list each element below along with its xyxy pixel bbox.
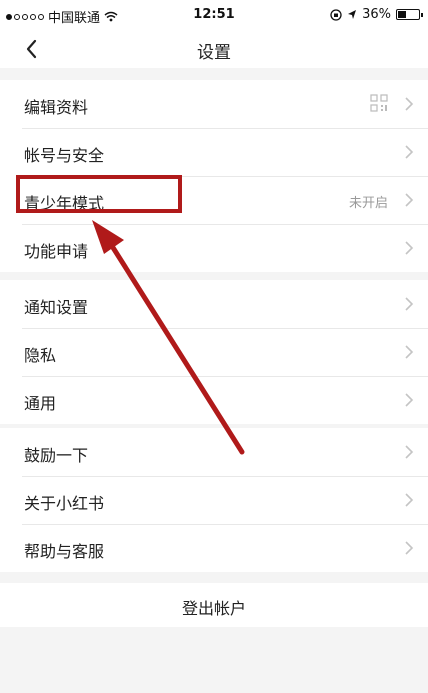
- battery-percentage: 36%: [362, 7, 391, 22]
- row-teen-mode[interactable]: 青少年模式 未开启: [0, 176, 428, 224]
- chevron-right-icon: [405, 493, 414, 507]
- chevron-right-icon: [405, 393, 414, 407]
- row-rate-app[interactable]: 鼓励一下: [0, 428, 428, 476]
- row-label: 鼓励一下: [24, 446, 89, 465]
- row-label: 帐号与安全: [24, 146, 105, 165]
- row-label: 隐私: [24, 346, 57, 365]
- chevron-right-icon: [405, 297, 414, 311]
- row-label: 编辑资料: [24, 98, 89, 117]
- page-title: 设置: [197, 43, 231, 63]
- row-label: 帮助与客服: [24, 542, 105, 561]
- row-label: 通知设置: [24, 298, 89, 317]
- row-label: 青少年模式: [24, 194, 105, 213]
- battery-icon: [396, 9, 423, 20]
- logout-label: 登出帐户: [181, 599, 246, 618]
- chevron-right-icon: [405, 145, 414, 159]
- teen-mode-status: 未开启: [348, 196, 388, 211]
- chevron-right-icon: [405, 193, 414, 207]
- row-account-security[interactable]: 帐号与安全: [0, 128, 428, 176]
- settings-group-account: 编辑资料 帐号与安全 青少年模式 未开启 功能申请: [0, 80, 428, 272]
- row-label: 通用: [24, 394, 57, 413]
- row-privacy[interactable]: 隐私: [0, 328, 428, 376]
- qr-code-icon: [370, 94, 388, 112]
- status-right: 36%: [330, 7, 423, 22]
- row-label: 功能申请: [24, 242, 89, 261]
- status-bar: 中国联通 12:51 36%: [0, 0, 428, 30]
- orientation-lock-icon: [330, 8, 342, 21]
- row-feature-request[interactable]: 功能申请: [0, 224, 428, 272]
- row-general[interactable]: 通用: [0, 376, 428, 424]
- nav-bar: 设置: [0, 30, 428, 68]
- chevron-right-icon: [405, 345, 414, 359]
- chevron-right-icon: [405, 97, 414, 111]
- row-notification-settings[interactable]: 通知设置: [0, 280, 428, 328]
- settings-group-about: 鼓励一下 关于小红书 帮助与客服: [0, 428, 428, 572]
- location-icon: [348, 10, 357, 19]
- settings-group-preferences: 通知设置 隐私 通用: [0, 280, 428, 424]
- row-about[interactable]: 关于小红书: [0, 476, 428, 524]
- row-label: 关于小红书: [24, 494, 105, 513]
- row-edit-profile[interactable]: 编辑资料: [0, 80, 428, 128]
- chevron-right-icon: [405, 241, 414, 255]
- row-help-support[interactable]: 帮助与客服: [0, 524, 428, 572]
- chevron-right-icon: [405, 445, 414, 459]
- chevron-right-icon: [405, 541, 414, 555]
- logout-button[interactable]: 登出帐户: [0, 583, 428, 627]
